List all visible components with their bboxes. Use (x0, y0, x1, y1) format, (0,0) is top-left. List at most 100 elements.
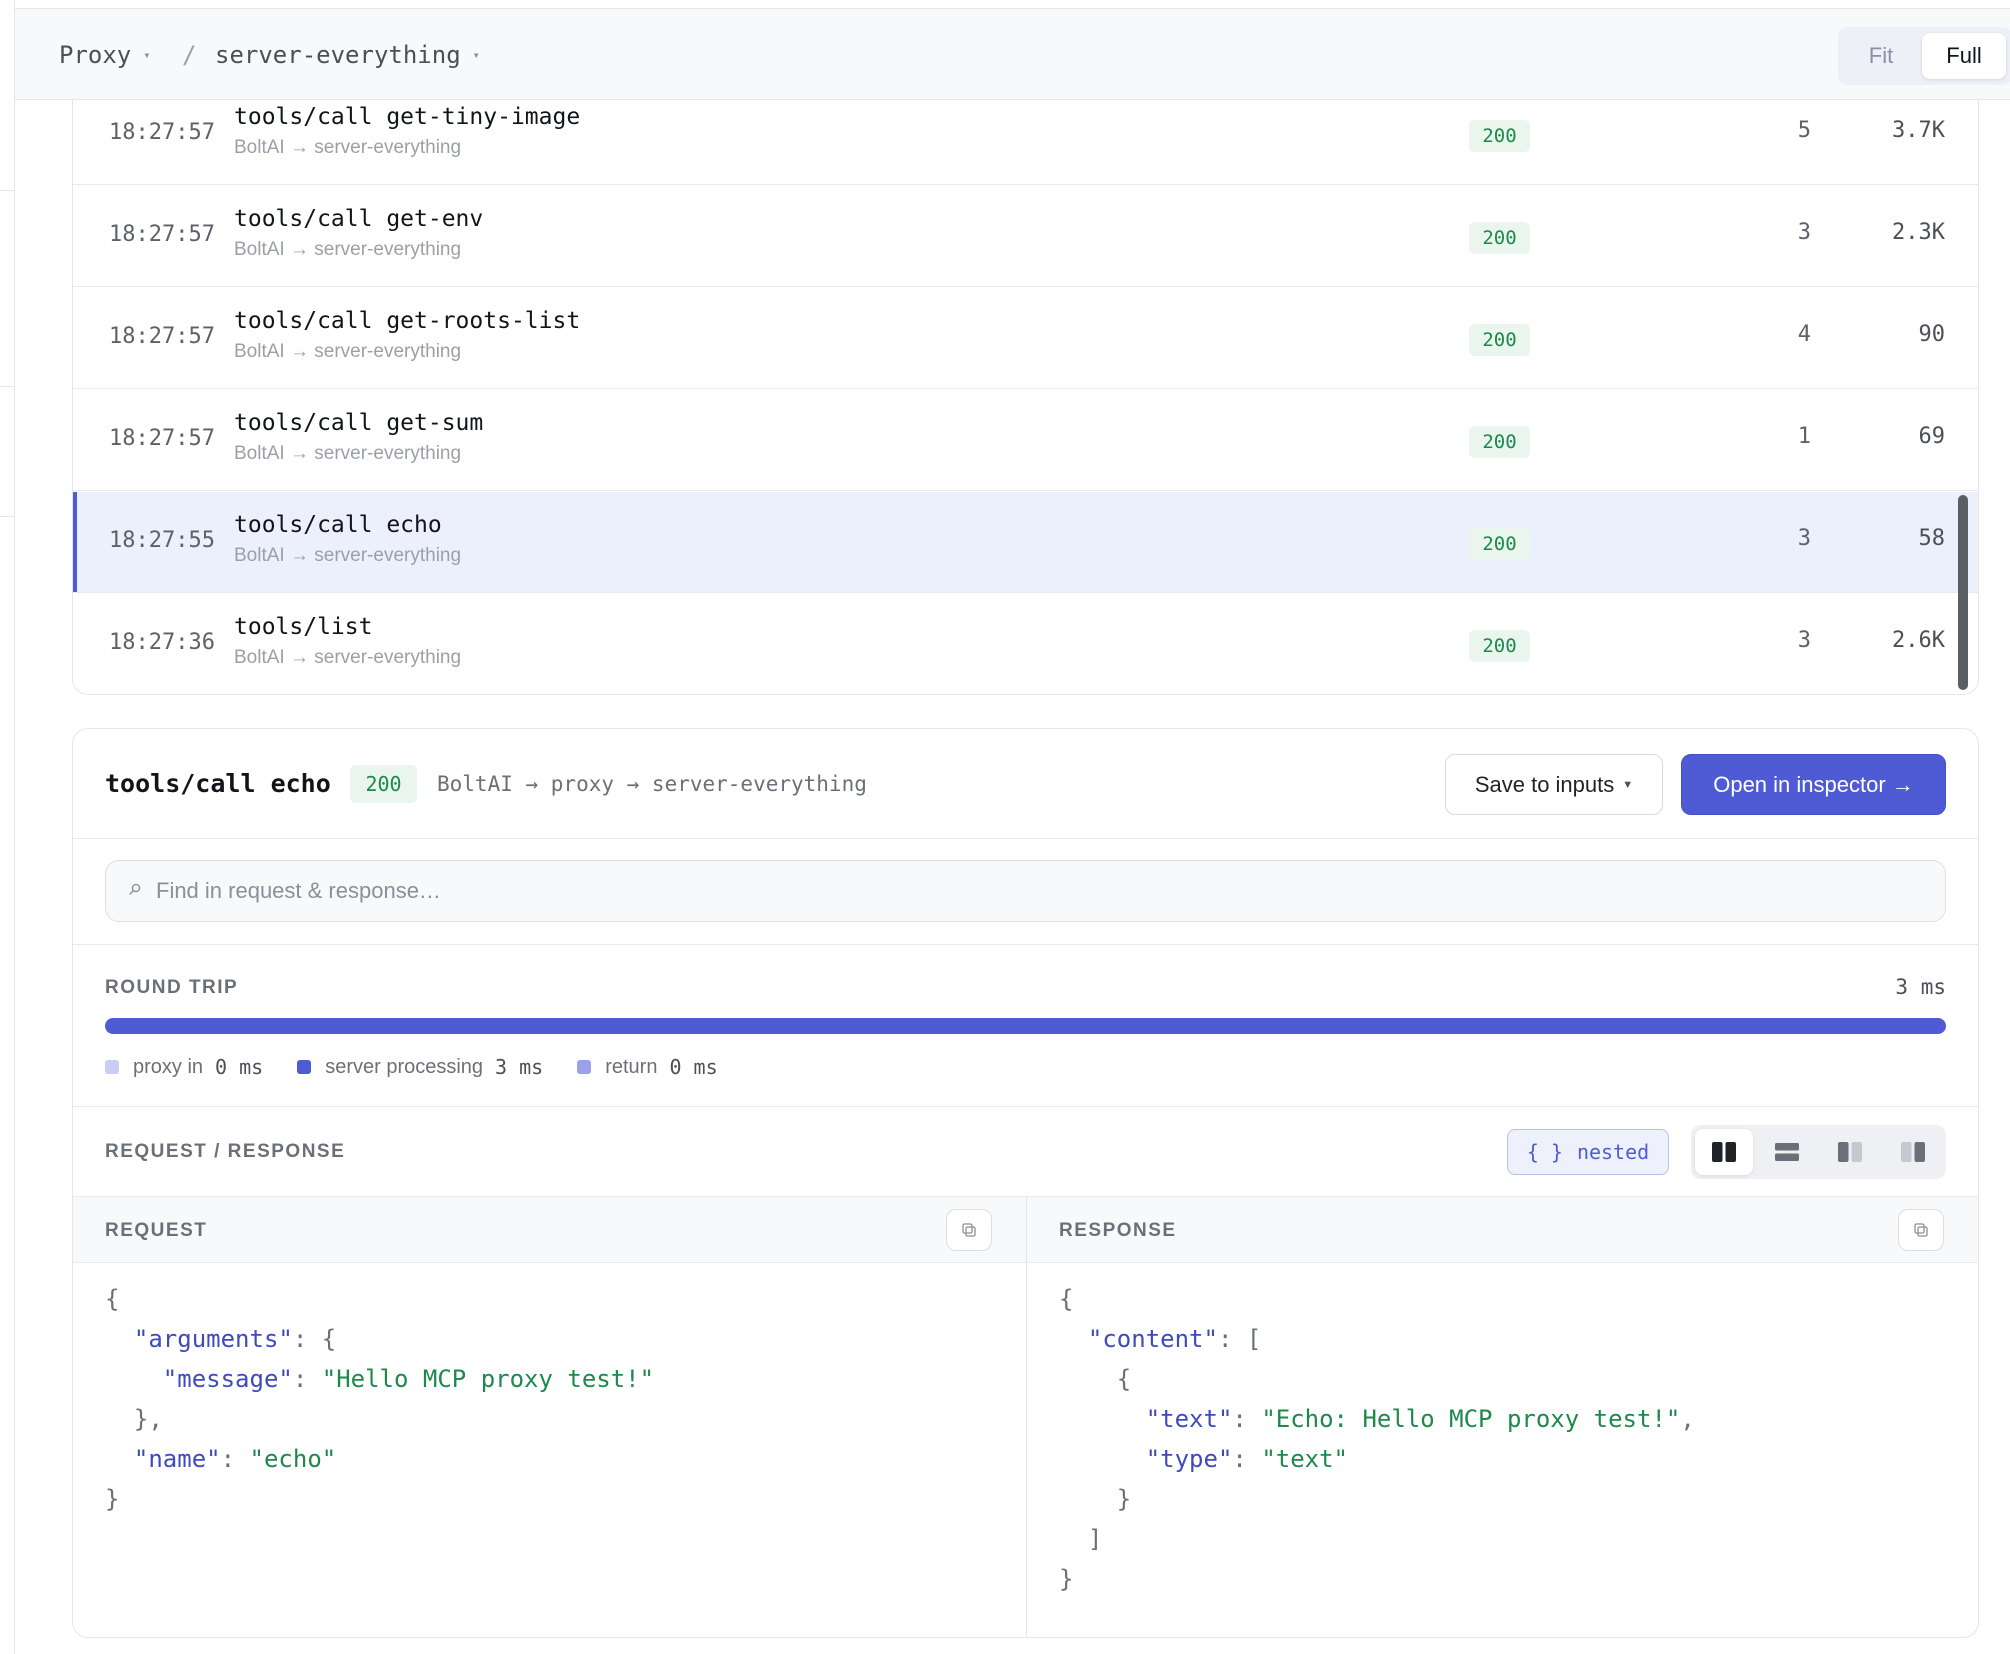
request-time: 18:27:36 (109, 630, 215, 655)
top-bar: Proxy ▾ / server-everything ▾ Fit Full (15, 8, 2010, 100)
round-trip-legend: proxy in 0 ms server processing 3 ms ret… (105, 1055, 752, 1079)
layout-request-only-button[interactable] (1821, 1129, 1879, 1175)
request-time: 18:27:57 (109, 120, 215, 145)
status-badge: 200 (1469, 222, 1530, 254)
detail-route: BoltAI → proxy → server-everything (437, 772, 867, 796)
layout-side-by-side-button[interactable] (1695, 1129, 1753, 1175)
breadcrumb-proxy[interactable]: Proxy ▾ (59, 41, 150, 69)
breadcrumb-proxy-label: Proxy (59, 41, 132, 69)
save-to-inputs-button[interactable]: Save to inputs ▼ (1445, 754, 1663, 815)
breadcrumb-server-label: server-everything (215, 41, 461, 69)
request-response-toolbar: REQUEST / RESPONSE { } nested (73, 1107, 1978, 1197)
save-to-inputs-label: Save to inputs (1474, 771, 1615, 797)
request-method: tools/call echo (234, 512, 442, 538)
nested-label: nested (1576, 1140, 1650, 1164)
round-trip-total: 3 ms (1895, 975, 1946, 999)
layout-response-only-button[interactable] (1884, 1129, 1942, 1175)
request-count: 4 (1797, 322, 1811, 347)
legend-swatch (105, 1060, 119, 1074)
view-full-button[interactable]: Full (1922, 33, 2006, 79)
copy-response-button[interactable] (1898, 1209, 1944, 1251)
request-row-selected[interactable]: 18:27:55 tools/call echo BoltAI → server… (73, 492, 1978, 593)
search-input[interactable] (156, 861, 1926, 921)
list-scrollbar[interactable] (1958, 495, 1968, 690)
copy-request-button[interactable] (946, 1209, 992, 1251)
edge-divider (0, 190, 14, 191)
legend-swatch (297, 1060, 312, 1074)
request-count: 3 (1797, 220, 1811, 245)
request-method: tools/call get-sum (234, 410, 484, 436)
layout-stacked-button[interactable] (1758, 1129, 1816, 1175)
request-count: 1 (1797, 424, 1811, 449)
status-badge: 200 (350, 765, 417, 803)
legend-swatch (577, 1060, 592, 1074)
left-panel-edge (0, 0, 15, 1654)
request-time: 18:27:57 (109, 324, 215, 349)
status-badge: 200 (1469, 324, 1530, 356)
status-badge: 200 (1469, 426, 1530, 458)
nested-toggle-button[interactable]: { } nested (1507, 1129, 1669, 1175)
response-size: 2.6K (1892, 628, 1945, 653)
request-pane: REQUEST { "arguments": { "message": "Hel… (73, 1197, 1027, 1637)
request-list: 18:27:57 tools/call get-tiny-image BoltA… (72, 100, 1979, 695)
request-method: tools/call get-env (234, 206, 484, 232)
legend-value: 0 ms (215, 1055, 264, 1079)
request-route: BoltAI → server-everything (234, 239, 462, 260)
request-count: 3 (1797, 628, 1811, 653)
search-icon (129, 883, 141, 895)
chevron-down-icon: ▾ (472, 48, 480, 62)
request-detail-panel: tools/call echo 200 BoltAI → proxy → ser… (72, 728, 1979, 1638)
right-pane-icon (1901, 1142, 1925, 1162)
request-method: tools/list (234, 614, 373, 640)
left-pane-icon (1838, 1142, 1862, 1162)
status-badge: 200 (1469, 630, 1530, 662)
request-method: tools/call get-tiny-image (234, 104, 581, 130)
response-json: { "content": [ { "text": "Echo: Hello MC… (1059, 1285, 1695, 1593)
legend-value: 0 ms (669, 1055, 718, 1079)
response-pane-header: RESPONSE (1027, 1197, 1978, 1263)
braces-icon: { } (1526, 1140, 1563, 1164)
columns-icon (1712, 1142, 1736, 1162)
request-route: BoltAI → server-everything (234, 137, 462, 158)
request-time: 18:27:55 (109, 528, 215, 553)
chevron-down-icon: ▼ (1622, 778, 1634, 791)
edge-divider (0, 516, 14, 517)
view-fit-button[interactable]: Fit (1846, 33, 1916, 79)
request-time: 18:27:57 (109, 426, 215, 451)
round-trip-bar (105, 1018, 1946, 1034)
response-size: 2.3K (1892, 220, 1945, 245)
search-box (105, 860, 1946, 922)
request-route: BoltAI → server-everything (234, 443, 462, 464)
status-badge: 200 (1469, 120, 1530, 152)
request-json: { "arguments": { "message": "Hello MCP p… (105, 1285, 655, 1513)
copy-icon (962, 1223, 976, 1237)
request-row[interactable]: 18:27:57 tools/call get-env BoltAI → ser… (73, 186, 1978, 287)
status-badge: 200 (1469, 528, 1530, 560)
legend-value: 3 ms (495, 1055, 544, 1079)
response-size: 3.7K (1892, 118, 1945, 143)
legend-label: server processing (325, 1055, 484, 1078)
search-section (73, 839, 1978, 945)
breadcrumb-server[interactable]: server-everything ▾ (215, 41, 480, 69)
response-size: 58 (1918, 526, 1946, 551)
request-row[interactable]: 18:27:36 tools/list BoltAI → server-ever… (73, 594, 1978, 694)
legend-server-processing: server processing 3 ms (297, 1055, 543, 1079)
open-in-inspector-button[interactable]: Open in inspector → (1681, 754, 1946, 815)
legend-proxy-in: proxy in 0 ms (105, 1055, 263, 1079)
request-row[interactable]: 18:27:57 tools/call get-tiny-image BoltA… (73, 100, 1978, 185)
detail-header: tools/call echo 200 BoltAI → proxy → ser… (73, 729, 1978, 839)
request-row[interactable]: 18:27:57 tools/call get-sum BoltAI → ser… (73, 390, 1978, 491)
request-route: BoltAI → server-everything (234, 545, 462, 566)
request-route: BoltAI → server-everything (234, 341, 462, 362)
response-size: 90 (1918, 322, 1946, 347)
edge-divider (0, 386, 14, 387)
response-pane: RESPONSE { "content": [ { "text": "Echo:… (1027, 1197, 1978, 1637)
chevron-down-icon: ▾ (143, 48, 151, 62)
request-pane-header: REQUEST (73, 1197, 1026, 1263)
rows-icon (1775, 1143, 1799, 1161)
legend-label: proxy in (133, 1055, 204, 1078)
request-method: tools/call get-roots-list (234, 308, 581, 334)
request-response-label: REQUEST / RESPONSE (105, 1141, 346, 1162)
request-row[interactable]: 18:27:57 tools/call get-roots-list BoltA… (73, 288, 1978, 389)
round-trip-label: ROUND TRIP (105, 977, 239, 998)
